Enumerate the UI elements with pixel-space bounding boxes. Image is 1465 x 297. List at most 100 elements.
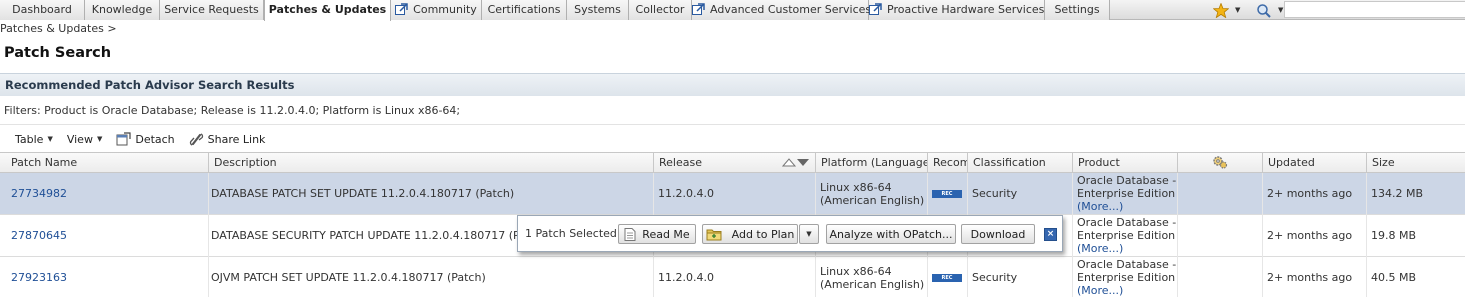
column-header-classification[interactable]: Classification	[967, 153, 1072, 172]
patch-link[interactable]: 27734982	[11, 187, 67, 200]
tab-label: Proactive Hardware Services	[887, 3, 1045, 16]
table-toolbar: Table ▼ View ▼ Detach Share Link	[15, 130, 279, 148]
table-menu[interactable]: Table ▼	[15, 133, 53, 146]
add-to-plan-button[interactable]: Add to Plan	[702, 224, 798, 244]
updated-cell: 2+ months ago	[1267, 187, 1353, 200]
detach-label: Detach	[135, 132, 175, 146]
tab-advanced-customer-services[interactable]: Advanced Customer Services	[692, 0, 872, 20]
column-header-release[interactable]: Release	[653, 153, 815, 172]
platform-cell: Linux x86-64 (American English)	[815, 257, 927, 297]
chevron-down-icon: ▼	[1235, 6, 1241, 14]
column-header-settings[interactable]	[1177, 153, 1262, 172]
size-cell: 19.8 MB	[1371, 229, 1417, 242]
column-header-size[interactable]: Size	[1366, 153, 1465, 172]
tab-service-requests[interactable]: Service Requests	[160, 0, 264, 20]
share-link-button[interactable]: Share Link	[189, 132, 266, 146]
description-cell: DATABASE PATCH SET UPDATE 11.2.0.4.18071…	[211, 187, 515, 200]
add-to-plan-label: Add to Plan	[731, 227, 795, 241]
add-to-plan-icon	[706, 229, 722, 240]
tab-proactive-hardware-services[interactable]: Proactive Hardware Services	[869, 0, 1045, 20]
tab-settings[interactable]: Settings	[1045, 0, 1110, 20]
patch-link[interactable]: 27923163	[11, 271, 67, 284]
breadcrumb[interactable]: Patches & Updates >	[0, 22, 117, 35]
column-header-description[interactable]: Description	[208, 153, 653, 172]
detach-button[interactable]: Detach	[116, 132, 175, 146]
product-cell: Oracle Database - Enterprise Edition (More…	[1072, 257, 1177, 297]
column-header-product[interactable]: Product	[1072, 153, 1177, 172]
close-icon[interactable]: ×	[1044, 228, 1057, 241]
tab-label: Advanced Customer Services	[710, 3, 872, 16]
table-row[interactable]: 27923163 OJVM PATCH SET UPDATE 11.2.0.4.…	[0, 257, 1465, 297]
column-divider	[1072, 173, 1073, 297]
selection-action-popup: 1 Patch Selected Read Me Add to Plan ▼ A…	[517, 215, 1063, 252]
download-label: Download	[970, 227, 1026, 241]
tab-label: Settings	[1054, 3, 1100, 16]
product-line: Oracle Database -	[1077, 174, 1177, 187]
product-cell: Oracle Database - Enterprise Edition (More…	[1072, 215, 1177, 256]
tab-label: Community	[413, 3, 477, 16]
tab-certifications[interactable]: Certifications	[482, 0, 567, 20]
favorites-menu[interactable]: ▼	[1213, 0, 1240, 20]
language-line: (American English)	[820, 193, 925, 207]
more-link[interactable]: (More...)	[1077, 284, 1123, 297]
read-me-label: Read Me	[642, 227, 690, 241]
column-header-updated[interactable]: Updated	[1262, 153, 1366, 172]
tab-community[interactable]: Community	[391, 0, 482, 20]
column-header-recommended[interactable]: Recom	[927, 153, 967, 172]
more-link[interactable]: (More...)	[1077, 200, 1123, 213]
patch-name-cell[interactable]: 27870645	[5, 215, 208, 256]
chevron-down-icon: ▼	[806, 230, 812, 238]
analyze-with-opatch-button[interactable]: Analyze with OPatch...	[826, 224, 956, 244]
product-line: Enterprise Edition	[1077, 229, 1176, 242]
search-scope-menu[interactable]: ▼	[1256, 0, 1283, 20]
section-title: Recommended Patch Advisor Search Results	[5, 78, 295, 92]
table-row[interactable]: 27734982 DATABASE PATCH SET UPDATE 11.2.…	[0, 173, 1465, 215]
tab-label: Collector	[635, 3, 685, 16]
column-divider	[208, 173, 209, 297]
tab-label: Service Requests	[164, 3, 259, 16]
page-title: Patch Search	[4, 45, 112, 61]
read-me-button[interactable]: Read Me	[618, 224, 696, 244]
patch-link[interactable]: 27870645	[11, 229, 67, 242]
external-link-icon	[692, 3, 705, 15]
updated-cell: 2+ months ago	[1267, 271, 1353, 284]
search-input[interactable]	[1284, 1, 1465, 18]
external-link-icon	[869, 3, 882, 15]
gears-icon	[1213, 156, 1228, 169]
external-link-icon	[395, 3, 408, 15]
recommended-badge: REC	[932, 273, 962, 282]
divider	[0, 124, 1465, 125]
size-cell: 134.2 MB	[1371, 187, 1424, 200]
table-header: Patch Name Description Release Platform …	[0, 152, 1465, 173]
tab-knowledge[interactable]: Knowledge	[85, 0, 160, 20]
lens-icon	[1257, 3, 1271, 18]
download-button[interactable]: Download	[961, 224, 1035, 244]
patch-name-cell[interactable]: 27734982	[5, 173, 208, 214]
product-line: Enterprise Edition	[1077, 271, 1176, 284]
column-divider	[1177, 173, 1178, 297]
add-to-plan-dropdown[interactable]: ▼	[799, 224, 819, 244]
product-line: Oracle Database -	[1077, 216, 1177, 229]
share-link-icon	[189, 133, 203, 146]
more-link[interactable]: (More...)	[1077, 242, 1123, 255]
recommended-cell: REC	[927, 257, 967, 297]
column-header-platform[interactable]: Platform (Language)	[815, 153, 927, 172]
sort-icon[interactable]	[782, 158, 810, 168]
detach-icon	[116, 132, 131, 146]
column-header-patch-name[interactable]: Patch Name	[5, 153, 208, 172]
tab-label: Patches & Updates	[268, 3, 387, 16]
tab-patches-updates[interactable]: Patches & Updates	[264, 0, 391, 21]
tab-dashboard[interactable]: Dashboard	[0, 0, 85, 20]
patch-name-cell[interactable]: 27923163	[5, 257, 208, 297]
platform-line: Linux x86-64	[820, 264, 892, 278]
tab-label: Knowledge	[91, 3, 153, 16]
tab-collector[interactable]: Collector	[629, 0, 692, 20]
tab-systems[interactable]: Systems	[567, 0, 629, 20]
view-menu-label: View	[66, 132, 93, 146]
view-menu[interactable]: View ▼	[67, 133, 103, 146]
description-cell: OJVM PATCH SET UPDATE 11.2.0.4.180717 (P…	[211, 271, 486, 284]
recommended-cell: REC	[927, 173, 967, 214]
share-link-label: Share Link	[207, 132, 266, 146]
table-menu-label: Table	[15, 132, 44, 146]
recommended-badge: REC	[932, 189, 962, 198]
